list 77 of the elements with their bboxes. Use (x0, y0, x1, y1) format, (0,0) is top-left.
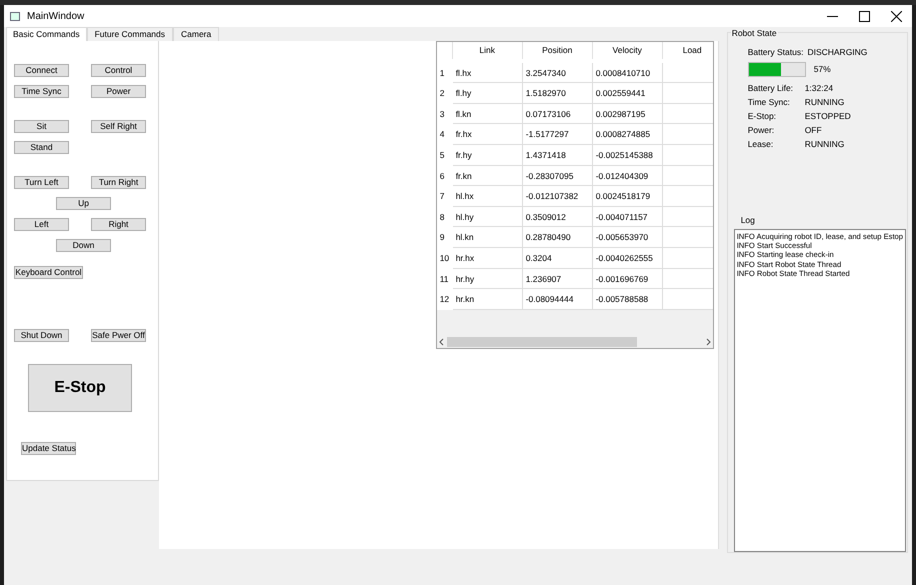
table-cell: fl.hy (452, 83, 523, 104)
window-title: MainWindow (27, 10, 86, 24)
field-label: Power: (748, 124, 776, 138)
table-cell: -0.28307095 (522, 166, 593, 186)
command-button[interactable]: Right (91, 218, 146, 231)
table-cell: -0.001696769 (592, 268, 663, 290)
table-cell: -1.5177297 (522, 124, 593, 145)
column-header: Link (452, 42, 523, 59)
table-cell: fl.hx (452, 62, 523, 84)
table-cell: 1.5182970 (522, 83, 593, 104)
field-value: 1:32:24 (804, 82, 834, 96)
table-cell: fr.hx (452, 124, 523, 145)
field-label: E-Stop: (748, 110, 778, 124)
table-cell: hl.hx (452, 186, 523, 207)
table-cell: -0.012107382 (522, 186, 593, 207)
table-cell: -0.005788588 (592, 289, 663, 310)
command-button[interactable]: Self Right (91, 120, 146, 133)
table-cell: hr.hy (452, 268, 523, 290)
log-title: Log (740, 214, 756, 226)
command-button[interactable]: Turn Left (14, 176, 69, 189)
table-cell: -0.012404309 (592, 166, 663, 186)
app-icon (10, 12, 20, 20)
table-cell: 0.3509012 (522, 206, 593, 228)
command-button[interactable]: Down (56, 239, 111, 252)
table-cell: 0.0024518179 (592, 186, 663, 207)
table-cell: 3.2547340 (522, 62, 593, 84)
table-cell: fr.hy (452, 144, 523, 166)
table-cell: 0.0008410710 (592, 62, 663, 84)
table-cell: hr.kn (452, 289, 523, 310)
command-button[interactable]: Sit (14, 120, 69, 133)
command-button[interactable]: Connect (14, 64, 69, 77)
table-cell: hl.hy (452, 206, 523, 228)
update-status-button[interactable]: Update Status (21, 442, 76, 455)
field-value: OFF (804, 124, 822, 138)
field-label: Battery Status: (748, 46, 804, 60)
table-cell: -0.08094444 (522, 289, 593, 310)
field-label: Battery Life: (748, 82, 794, 96)
table-cell: 1.4371418 (522, 144, 593, 166)
command-button[interactable]: Turn Right (91, 176, 146, 189)
table-cell: 0.002559441 (592, 83, 663, 104)
command-button[interactable]: Safe Pwer Off (91, 329, 146, 342)
field-value: RUNNING (804, 96, 844, 110)
command-button[interactable]: Stand (14, 141, 69, 154)
tab[interactable]: Camera (173, 27, 220, 41)
command-button[interactable]: Left (14, 218, 69, 231)
field-value: RUNNING (804, 138, 844, 152)
command-button[interactable]: Control (91, 64, 146, 77)
table-cell: fl.kn (452, 104, 523, 124)
table-cell: 0.07173106 (522, 104, 593, 124)
field-value: ESTOPPED (804, 110, 851, 124)
command-button[interactable]: Power (91, 85, 146, 98)
horizontal-scrollbar[interactable] (436, 336, 713, 348)
column-header: Position (522, 42, 593, 59)
table-cell: 0.3204 (522, 248, 593, 269)
field-label: Lease: (748, 138, 774, 152)
table-cell: 0.0008274885 (592, 124, 663, 145)
table-cell: -0.005653970 (592, 227, 663, 248)
tab[interactable]: Future Commands (86, 27, 173, 41)
command-button[interactable]: Time Sync (14, 85, 69, 98)
field-label: Time Sync: (748, 96, 791, 110)
table-cell: -0.0025145388 (592, 144, 663, 166)
table-cell: 0.28780490 (522, 227, 593, 248)
table-cell: -0.0040262555 (592, 248, 663, 269)
table-cell: hr.hx (452, 248, 523, 269)
battery-reading: 57% (814, 62, 831, 76)
command-button[interactable]: Keyboard Control (14, 266, 83, 279)
command-button[interactable]: Shut Down (14, 329, 69, 342)
table-cell: 1.236907 (522, 268, 593, 290)
tab[interactable]: Basic Commands (6, 27, 87, 41)
estop-button[interactable]: E-Stop (28, 364, 132, 412)
table-cell: fr.kn (452, 166, 523, 186)
table-cell: -0.004071157 (592, 206, 663, 228)
field-value: DISCHARGING (807, 46, 868, 60)
column-header: Velocity (592, 42, 663, 59)
table-cell: 0.002987195 (592, 104, 663, 124)
command-button[interactable]: Up (56, 197, 111, 210)
table-cell: hl.kn (452, 227, 523, 248)
